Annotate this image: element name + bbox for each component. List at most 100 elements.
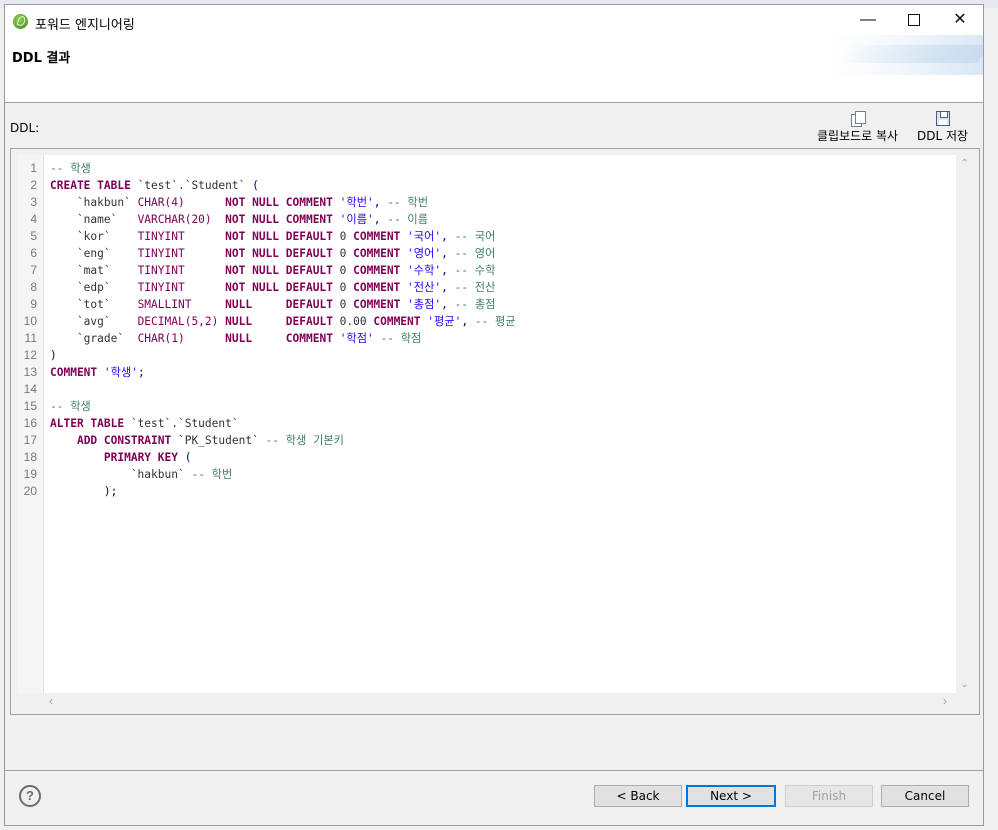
title-bar[interactable]: 포워드 엔지니어링 — ✕ [5,5,983,35]
code-token: COMMENT [353,247,401,260]
code-text: `mat` TINYINT NOT NULL DEFAULT 0 COMMENT… [50,262,495,279]
code-token: `tot` [50,298,138,311]
code-text: PRIMARY KEY ( [50,449,192,466]
code-token: -- 총점 [454,298,496,311]
code-token: -- 수학 [454,264,496,277]
scroll-right-icon[interactable]: › [943,694,947,708]
line-number: 6 [30,246,37,260]
scroll-left-icon[interactable]: ‹ [49,694,53,708]
line-number: 9 [30,297,37,311]
vertical-scrollbar[interactable]: ⌃ ⌄ [956,155,973,693]
code-token: `test`.`Student` [130,179,253,192]
code-token: '총점' [407,298,442,311]
ddl-label: DDL: [10,121,40,135]
code-text: CREATE TABLE `test`.`Student` ( [50,177,259,194]
save-ddl-label: DDL 저장 [917,129,969,143]
code-token: CHAR(1) [137,332,185,345]
line-number: 17 [23,433,37,447]
code-token: `edp` [50,281,138,294]
line-number: 15 [23,399,37,413]
code-token: '수학' [407,264,442,277]
code-token: TINYINT [137,230,185,243]
code-token: 0.00 [332,315,374,328]
code-token: '평균' [427,315,462,328]
code-token: NULL [225,315,253,328]
back-button[interactable]: < Back [594,785,682,807]
finish-button[interactable]: Finish [785,785,873,807]
code-token: COMMENT [373,315,421,328]
code-token: NULL [225,332,253,345]
code-token: TINYINT [137,281,185,294]
code-token: -- 학생 기본키 [265,434,344,447]
ddl-code-editor[interactable]: 1 -- 학생 2 CREATE TABLE `test`.`Student` (3 … [17,155,973,693]
code-token: `kor` [50,230,138,243]
code-token: ; [137,366,145,379]
code-token: NOT NULL DEFAULT [225,264,333,277]
code-token: 0 [332,281,354,294]
help-button[interactable]: ? [19,785,41,807]
code-token: -- 전산 [454,281,496,294]
code-text: `name` VARCHAR(20) NOT NULL COMMENT '이름'… [50,211,428,228]
code-token: `eng` [50,247,138,260]
code-token: `test`.`Student` [124,417,239,430]
code-token: -- 국어 [454,230,496,243]
code-token: TINYINT [137,264,185,277]
code-token: `hakbun` [50,468,192,481]
close-button[interactable]: ✕ [937,5,983,35]
page-title: DDL 결과 [12,51,71,66]
scroll-up-icon[interactable]: ⌃ [956,158,973,169]
cancel-button[interactable]: Cancel [881,785,969,807]
line-number: 13 [23,365,37,379]
save-ddl-button[interactable]: DDL 저장 [917,111,968,144]
minimize-button[interactable]: — [845,5,891,35]
scroll-down-icon[interactable]: ⌄ [956,679,973,690]
code-token: -- 평균 [474,315,516,328]
line-number: 11 [24,331,37,345]
maximize-button[interactable] [891,5,937,35]
code-token: `avg` [50,315,138,328]
code-token: -- 학생 [50,162,91,175]
code-token: 0 [332,230,354,243]
line-number: 19 [23,467,37,481]
next-button[interactable]: Next > [686,785,776,807]
line-number: 7 [30,263,37,277]
code-token: , [373,196,388,209]
code-text: ) [50,347,57,364]
line-number: 8 [30,280,37,294]
code-token: , [441,264,455,277]
code-token: COMMENT [353,298,401,311]
code-text: ); [50,483,117,500]
code-token: '전산' [407,281,442,294]
code-text: `edp` TINYINT NOT NULL DEFAULT 0 COMMENT… [50,279,495,296]
code-text: ADD CONSTRAINT `PK_Student` -- 학생 기본키 [50,432,344,449]
copy-to-clipboard-button[interactable]: 클립보드로 복사 [817,111,898,144]
code-token: , [441,230,455,243]
code-token: PRIMARY KEY [103,451,178,464]
code-token: -- 학번 [387,196,429,209]
wizard-dialog: 포워드 엔지니어링 — ✕ DDL 결과 DDL: 클립보드로 복사 DDL 저… [4,4,984,826]
code-text: `hakbun` CHAR(4) NOT NULL COMMENT '학번', … [50,194,428,211]
code-text: `hakbun` -- 학번 [50,466,232,483]
code-token: '영어' [407,247,442,260]
code-token: ( [252,179,259,192]
code-token: COMMENT [285,332,333,345]
horizontal-scrollbar[interactable]: ‹ › [17,693,973,709]
line-number: 5 [30,229,37,243]
code-token: DEFAULT [285,298,333,311]
code-token: NOT NULL DEFAULT [225,281,333,294]
code-token: '학번' [339,196,374,209]
code-text: `kor` TINYINT NOT NULL DEFAULT 0 COMMENT… [50,228,495,245]
code-token: CREATE TABLE [50,179,131,192]
code-token: '이름' [339,213,374,226]
code-token: NOT NULL DEFAULT [225,230,333,243]
code-token: `name` [50,213,138,226]
